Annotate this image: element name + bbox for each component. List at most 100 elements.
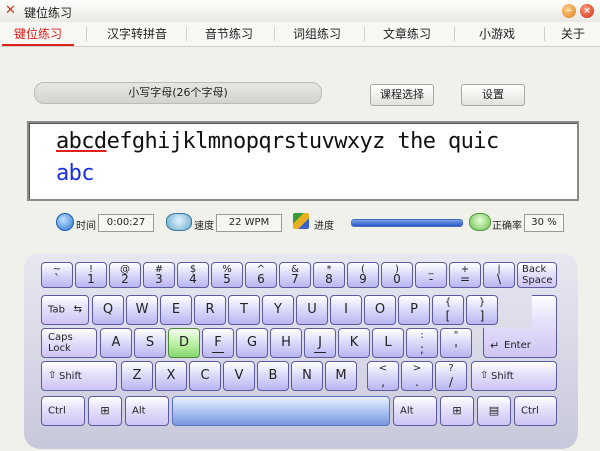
menu-syllable-practice[interactable]: 音节练习	[190, 22, 268, 46]
clock-icon	[56, 213, 74, 231]
accuracy-label: 正确率	[492, 221, 522, 232]
key-n[interactable]: N	[291, 361, 323, 391]
key-left-shift[interactable]: ⇧ Shift	[41, 361, 117, 391]
key-8[interactable]: * 8	[313, 262, 345, 288]
key-slash[interactable]: ? /	[435, 361, 467, 391]
key-space[interactable]	[172, 396, 390, 426]
key-left-win[interactable]: ⊞	[88, 396, 122, 426]
settings-button[interactable]: 设置	[461, 84, 525, 106]
key-p[interactable]: P	[398, 295, 430, 325]
key-l[interactable]: L	[372, 328, 404, 358]
key-backslash[interactable]: | \	[483, 262, 515, 288]
key-0[interactable]: ) 0	[381, 262, 413, 288]
key-q[interactable]: Q	[92, 295, 124, 325]
key-u[interactable]: U	[296, 295, 328, 325]
key-5[interactable]: % 5	[211, 262, 243, 288]
target-text-remaining: efghijklmnopqrstuvwxyz the quic	[106, 129, 500, 154]
shift-arrow-icon: ⇧	[48, 370, 57, 381]
key-y[interactable]: Y	[262, 295, 294, 325]
key-f[interactable]: F	[202, 328, 234, 358]
key-quote[interactable]: " '	[440, 328, 472, 358]
window-title: 键位练习	[24, 6, 73, 20]
key-1[interactable]: ! 1	[75, 262, 107, 288]
menu-separator	[274, 27, 275, 41]
key-b[interactable]: B	[257, 361, 289, 391]
key-w[interactable]: W	[126, 295, 158, 325]
menu-separator	[86, 27, 87, 41]
key-v[interactable]: V	[223, 361, 255, 391]
tab-arrows-icon: ⇆	[73, 304, 82, 315]
accuracy-value: 30 %	[524, 214, 564, 232]
title-bar: ✕ 键位练习 – ×	[0, 0, 600, 23]
key-j[interactable]: J	[304, 328, 336, 358]
key-left-alt[interactable]: Alt	[125, 396, 169, 426]
key-4[interactable]: $4	[177, 262, 209, 288]
key-minus[interactable]: _ -	[415, 262, 447, 288]
key-comma[interactable]: <,	[367, 361, 399, 391]
speed-value: 22 WPM	[216, 214, 282, 232]
key-2[interactable]: @2	[109, 262, 141, 288]
menu-key-icon: ▤	[488, 404, 500, 417]
key-right-ctrl[interactable]: Ctrl	[514, 396, 557, 426]
time-value: 0:00:27	[98, 214, 154, 232]
key-left-bracket[interactable]: {[	[432, 295, 464, 325]
key-right-alt[interactable]: Alt	[393, 396, 437, 426]
key-h[interactable]: H	[270, 328, 302, 358]
key-7[interactable]: & 7	[279, 262, 311, 288]
key-tab[interactable]: Tab ⇆	[41, 295, 89, 325]
key-right-shift[interactable]: ⇧ Shift	[471, 361, 557, 391]
key-9[interactable]: (9	[347, 262, 379, 288]
time-label: 时间	[76, 221, 96, 232]
key-menu[interactable]: ▤	[477, 396, 511, 426]
accuracy-icon	[469, 213, 491, 231]
key-s[interactable]: S	[134, 328, 166, 358]
key-r[interactable]: R	[194, 295, 226, 325]
key-o[interactable]: O	[364, 295, 396, 325]
menu-mini-games[interactable]: 小游戏	[458, 22, 536, 46]
menu-phrase-practice[interactable]: 词组练习	[278, 22, 356, 46]
key-t[interactable]: T	[228, 295, 260, 325]
key-a[interactable]: A	[100, 328, 132, 358]
close-button[interactable]: ×	[580, 4, 594, 18]
menu-separator	[364, 27, 365, 41]
key-g[interactable]: G	[236, 328, 268, 358]
key-caps-lock[interactable]: Caps Lock	[41, 328, 97, 358]
menu-keyposition-practice[interactable]: 键位练习	[0, 22, 76, 46]
course-select-button[interactable]: 课程选择	[370, 84, 434, 106]
key-right-bracket[interactable]: }]	[466, 295, 498, 325]
key-period[interactable]: >.	[401, 361, 433, 391]
menu-about[interactable]: 关于	[548, 22, 598, 46]
key-d-highlighted[interactable]: D	[168, 328, 200, 358]
key-e[interactable]: E	[160, 295, 192, 325]
home-row-bump	[212, 352, 224, 353]
home-row-bump	[314, 352, 326, 353]
current-lesson-label: 小写字母(26个字母)	[34, 82, 322, 104]
key-left-ctrl[interactable]: Ctrl	[41, 396, 85, 426]
key-3[interactable]: #3	[143, 262, 175, 288]
practice-text-panel[interactable]: abcdefghijklmnopqrstuvwxyz the quic abc	[27, 121, 579, 201]
target-text: abcdefghijklmnopqrstuvwxyz the quic	[56, 129, 499, 154]
key-k[interactable]: K	[338, 328, 370, 358]
key-backspace[interactable]: Back Space	[517, 262, 557, 288]
key-x[interactable]: X	[155, 361, 187, 391]
menu-hanzi-to-pinyin[interactable]: 汉字转拼音	[92, 22, 182, 46]
speedometer-icon	[166, 213, 192, 231]
windows-logo-icon: ⊞	[100, 404, 110, 417]
minimize-button[interactable]: –	[562, 4, 576, 18]
key-c[interactable]: C	[189, 361, 221, 391]
key-semicolon[interactable]: :;	[406, 328, 438, 358]
progress-label: 进度	[314, 221, 334, 232]
key-6[interactable]: ^ 6	[245, 262, 277, 288]
key-i[interactable]: I	[330, 295, 362, 325]
menu-separator	[186, 27, 187, 41]
progress-icon	[293, 213, 309, 229]
key-equals[interactable]: + =	[449, 262, 481, 288]
target-text-typed: abcd	[56, 129, 107, 154]
virtual-keyboard: ~ ` ! 1 @2 #3 $4 % 5 ^ 6 & 7 * 8 (9 ) 0 _ - + = |…	[24, 253, 578, 449]
menu-article-practice[interactable]: 文章练习	[368, 22, 446, 46]
key-backtick[interactable]: ~ `	[41, 262, 73, 288]
key-right-win[interactable]: ⊞	[440, 396, 474, 426]
key-z[interactable]: Z	[121, 361, 153, 391]
key-m[interactable]: M	[325, 361, 357, 391]
menu-separator	[454, 27, 455, 41]
